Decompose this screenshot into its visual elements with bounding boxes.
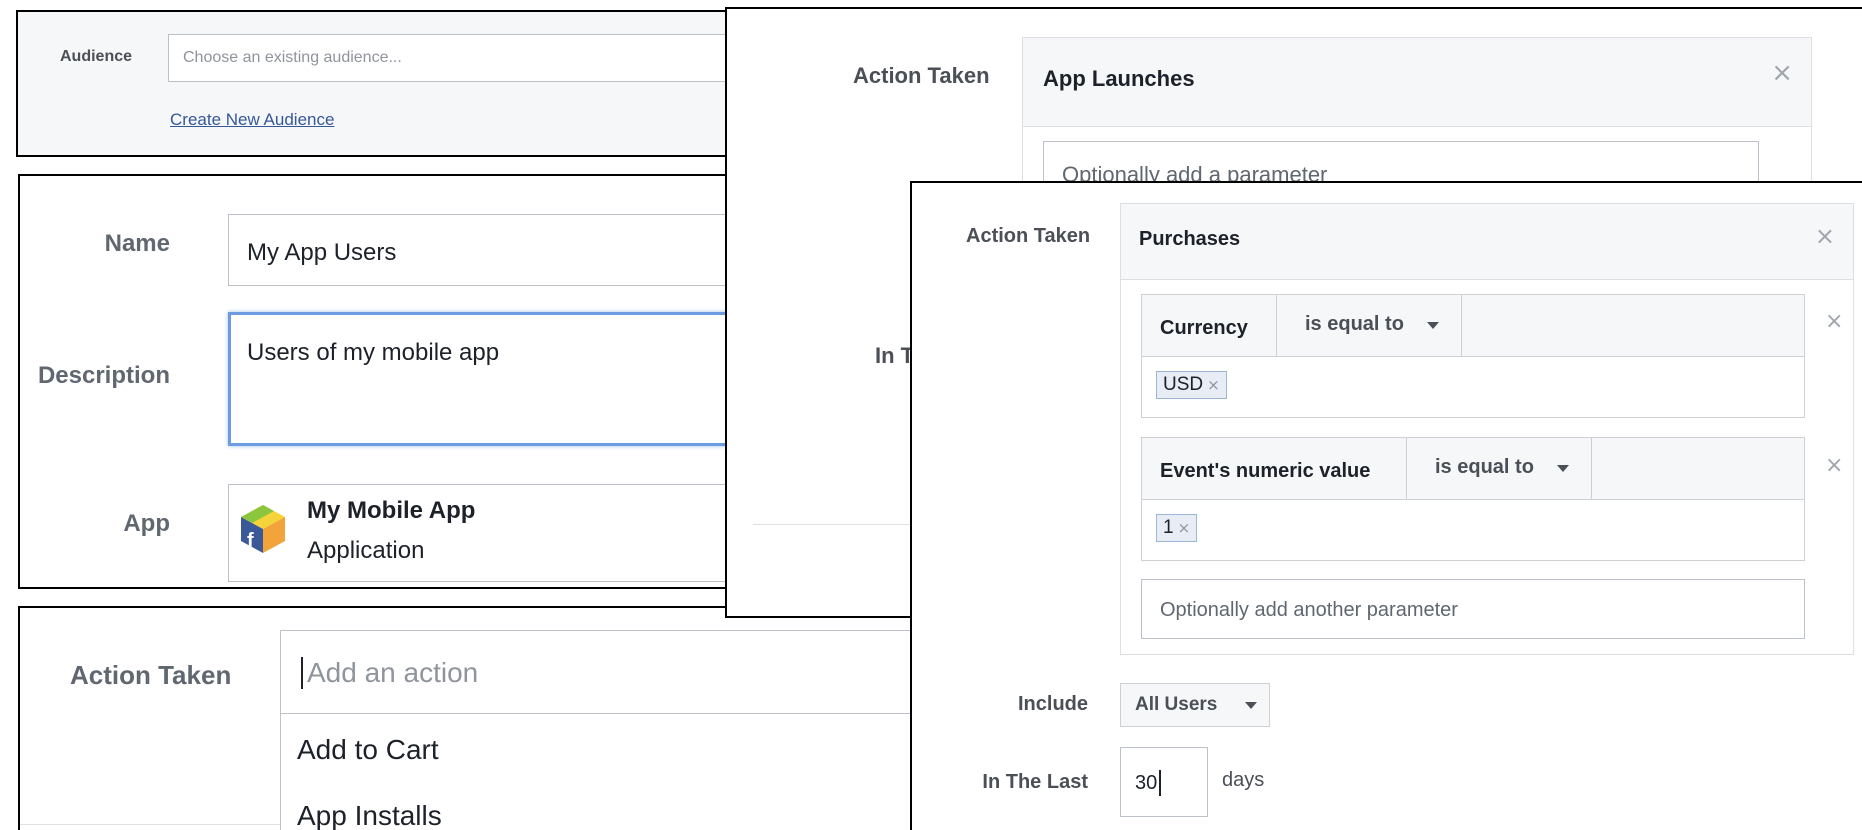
action-taken-label: Action Taken xyxy=(70,660,232,690)
token-label: 1 xyxy=(1163,517,1174,538)
days-label: days xyxy=(1222,769,1265,791)
close-icon[interactable]: × xyxy=(1771,60,1793,86)
name-label: Name xyxy=(104,230,170,257)
parameter-row: Currency is equal to USD × xyxy=(1141,294,1805,418)
days-input[interactable]: 30 xyxy=(1120,747,1208,817)
action-dropdown-panel: Action Taken Add an action Add to Cart A… xyxy=(18,606,918,830)
add-action-placeholder: Add an action xyxy=(307,657,479,688)
operator-label: is equal to xyxy=(1435,456,1534,478)
audience-label: Audience xyxy=(60,48,133,65)
value-token: 1 × xyxy=(1156,514,1198,542)
app-label: App xyxy=(123,510,170,537)
caret-down-icon xyxy=(1245,702,1257,709)
in-the-last-label: In The Last xyxy=(982,771,1088,793)
audience-input[interactable]: Choose an existing audience... xyxy=(168,34,730,82)
audience-placeholder: Choose an existing audience... xyxy=(183,49,402,66)
facebook-app-cube-icon: f xyxy=(241,505,285,553)
action-header: Purchases × xyxy=(1120,203,1854,280)
add-another-parameter-input[interactable]: Optionally add another parameter xyxy=(1141,579,1805,639)
app-name: My Mobile App xyxy=(307,497,476,524)
action-option-app-installs[interactable]: App Installs xyxy=(297,800,442,830)
audience-details-panel: Name My App Users Description Users of m… xyxy=(18,174,734,589)
svg-text:f: f xyxy=(247,530,254,552)
close-icon[interactable]: × xyxy=(1178,519,1191,537)
action-taken-label: Action Taken xyxy=(966,225,1091,247)
include-label: Include xyxy=(1017,693,1088,715)
description-label: Description xyxy=(37,362,170,389)
params-area: Currency is equal to USD × × Event's nume… xyxy=(1120,279,1854,655)
action-taken-label: Action Taken xyxy=(853,63,990,88)
name-input[interactable]: My App Users xyxy=(228,214,732,286)
action-options-list: Add to Cart App Installs xyxy=(280,714,916,830)
divider xyxy=(20,824,280,825)
add-another-parameter-placeholder: Optionally add another parameter xyxy=(1160,599,1458,621)
action-option-add-to-cart[interactable]: Add to Cart xyxy=(297,734,439,766)
parameter-row: Event's numeric value is equal to 1 × xyxy=(1141,437,1805,561)
action-name: Purchases xyxy=(1139,228,1241,250)
operator-dropdown[interactable]: is equal to xyxy=(1276,295,1462,357)
name-value: My App Users xyxy=(247,239,397,266)
description-textarea[interactable]: Users of my mobile app xyxy=(228,312,732,446)
caret-down-icon xyxy=(1427,322,1439,329)
close-icon[interactable]: × xyxy=(1207,376,1220,394)
include-value: All Users xyxy=(1135,694,1218,715)
token-label: USD xyxy=(1163,374,1204,395)
value-token: USD × xyxy=(1156,371,1227,399)
text-cursor xyxy=(301,657,303,689)
app-selector[interactable]: f My Mobile App Application xyxy=(228,484,732,582)
in-the-last-label-partial: In T xyxy=(875,343,915,368)
audience-panel: Audience Choose an existing audience... … xyxy=(16,10,732,157)
include-dropdown[interactable]: All Users xyxy=(1120,683,1270,727)
close-icon[interactable]: × xyxy=(1825,311,1843,333)
divider xyxy=(753,524,913,525)
days-value: 30 xyxy=(1135,772,1158,794)
parameter-header: Currency is equal to xyxy=(1142,295,1804,357)
close-icon[interactable]: × xyxy=(1825,455,1843,477)
create-new-audience-link[interactable]: Create New Audience xyxy=(170,110,334,130)
text-cursor xyxy=(1159,770,1161,796)
operator-label: is equal to xyxy=(1305,313,1404,335)
parameter-header: Event's numeric value is equal to xyxy=(1142,438,1804,500)
action-name: App Launches xyxy=(1043,66,1195,91)
operator-dropdown[interactable]: is equal to xyxy=(1406,438,1592,500)
parameter-name: Event's numeric value xyxy=(1160,460,1371,482)
app-type: Application xyxy=(307,537,425,564)
add-action-input[interactable]: Add an action xyxy=(280,630,916,714)
caret-down-icon xyxy=(1557,465,1569,472)
close-icon[interactable]: × xyxy=(1815,224,1835,248)
action-header: App Launches × xyxy=(1022,37,1812,127)
parameter-name: Currency xyxy=(1160,317,1248,339)
purchases-panel: Action Taken Purchases × Currency is equ… xyxy=(910,181,1862,830)
description-value: Users of my mobile app xyxy=(247,339,500,366)
